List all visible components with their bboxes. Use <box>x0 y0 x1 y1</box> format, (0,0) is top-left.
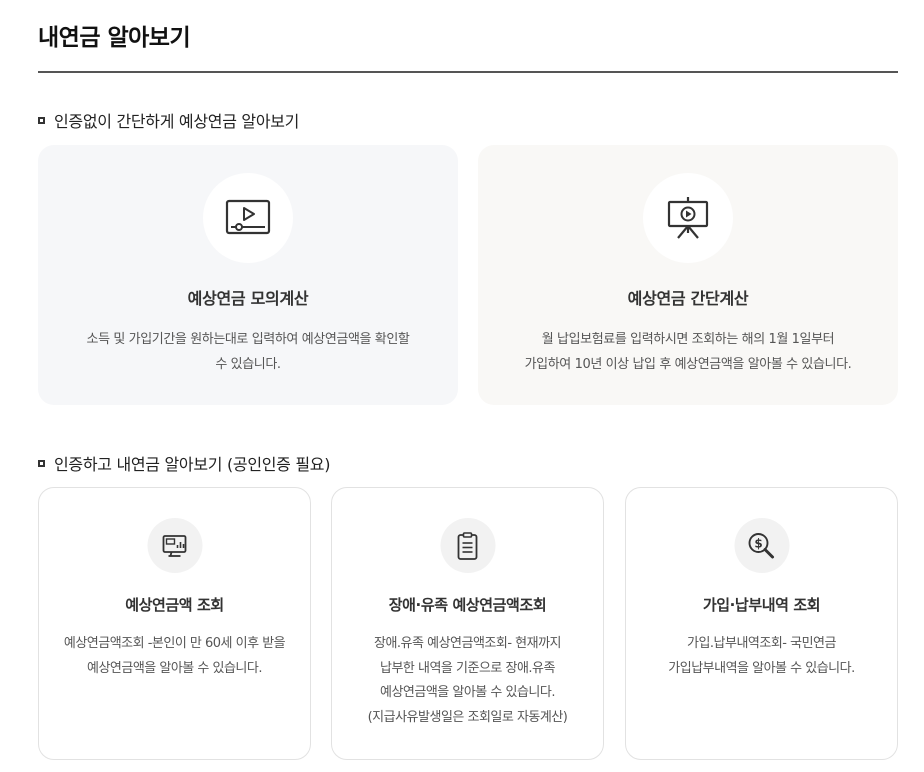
card-title: 가입·납부내역 조회 <box>702 596 821 614</box>
card-mock-calculation[interactable]: 예상연금 모의계산 소득 및 가입기간을 원하는대로 입력하여 예상연금액을 확… <box>38 145 458 405</box>
card-disability-survivor-inquiry[interactable]: 장애·유족 예상연금액조회 장애.유족 예상연금액조회- 현재까지 납부한 내역… <box>331 487 604 760</box>
square-bullet-icon <box>38 459 45 467</box>
icon-circle <box>440 518 495 573</box>
section-title-text: 인증없이 간단하게 예상연금 알아보기 <box>54 112 300 131</box>
svg-text:$: $ <box>754 536 762 550</box>
desc-line: 가입납부내역을 알아볼 수 있습니다. <box>668 660 855 676</box>
card-simple-calculation[interactable]: 예상연금 간단계산 월 납입보험료를 입력하시면 조회하는 해의 1월 1일부터… <box>478 145 898 405</box>
desc-line: 수 있습니다. <box>215 357 281 372</box>
card-title: 예상연금액 조회 <box>125 596 224 614</box>
desc-line: 가입하여 10년 이상 납입 후 예상연금액을 알아볼 수 있습니다. <box>524 357 852 372</box>
icon-circle <box>643 173 733 263</box>
desc-line: 소득 및 가입기간을 원하는대로 입력하여 예상연금액을 확인할 <box>86 332 410 347</box>
magnifier-dollar-icon: $ <box>748 532 774 558</box>
card-description: 장애.유족 예상연금액조회- 현재까지 납부한 내역을 기준으로 장애.유족 예… <box>342 632 593 730</box>
section-title-text: 인증하고 내연금 알아보기 (공인인증 필요) <box>54 455 331 474</box>
presentation-board-icon <box>667 197 709 239</box>
desc-line: 예상연금액을 알아볼 수 있습니다. <box>380 685 555 700</box>
section-title-no-auth: 인증없이 간단하게 예상연금 알아보기 <box>38 108 299 132</box>
card-expected-pension-inquiry[interactable]: 예상연금액 조회 예상연금액조회 -본인이 만 60세 이후 받을 예상연금액을… <box>38 487 311 760</box>
card-description: 소득 및 가입기간을 원하는대로 입력하여 예상연금액을 확인할 수 있습니다. <box>58 327 438 377</box>
card-subscription-payment-inquiry[interactable]: $ 가입·납부내역 조회 가입.납부내역조회- 국민연금 가입납부내역을 알아볼… <box>625 487 898 760</box>
icon-circle <box>203 173 293 263</box>
desc-line: (지급사유발생일은 조회일로 자동계산) <box>367 709 568 725</box>
card-title: 예상연금 간단계산 <box>627 289 749 308</box>
card-description: 월 납입보험료를 입력하시면 조회하는 해의 1월 1일부터 가입하여 10년 … <box>498 327 878 377</box>
card-title: 예상연금 모의계산 <box>187 289 309 308</box>
desc-line: 예상연금액조회 -본인이 만 60세 이후 받을 <box>63 636 286 651</box>
video-player-icon <box>225 199 271 235</box>
clipboard-icon <box>457 531 478 560</box>
desc-line: 예상연금액을 알아볼 수 있습니다. <box>87 660 262 676</box>
desc-line: 장애.유족 예상연금액조회- 현재까지 <box>374 636 562 651</box>
title-divider <box>38 71 898 73</box>
desc-line: 월 납입보험료를 입력하시면 조회하는 해의 1월 1일부터 <box>541 332 835 347</box>
square-bullet-icon <box>38 116 45 124</box>
icon-circle: $ <box>734 518 789 573</box>
section-title-with-auth: 인증하고 내연금 알아보기 (공인인증 필요) <box>38 451 330 475</box>
page-title: 내연금 알아보기 <box>38 25 191 51</box>
monitor-chart-icon <box>162 534 187 557</box>
card-title: 장애·유족 예상연금액조회 <box>388 596 547 614</box>
desc-line: 가입.납부내역조회- 국민연금 <box>687 636 836 651</box>
card-description: 가입.납부내역조회- 국민연금 가입납부내역을 알아볼 수 있습니다. <box>636 632 887 681</box>
desc-line: 납부한 내역을 기준으로 장애.유족 <box>380 660 555 676</box>
icon-circle <box>147 518 202 573</box>
card-description: 예상연금액조회 -본인이 만 60세 이후 받을 예상연금액을 알아볼 수 있습… <box>49 632 300 681</box>
